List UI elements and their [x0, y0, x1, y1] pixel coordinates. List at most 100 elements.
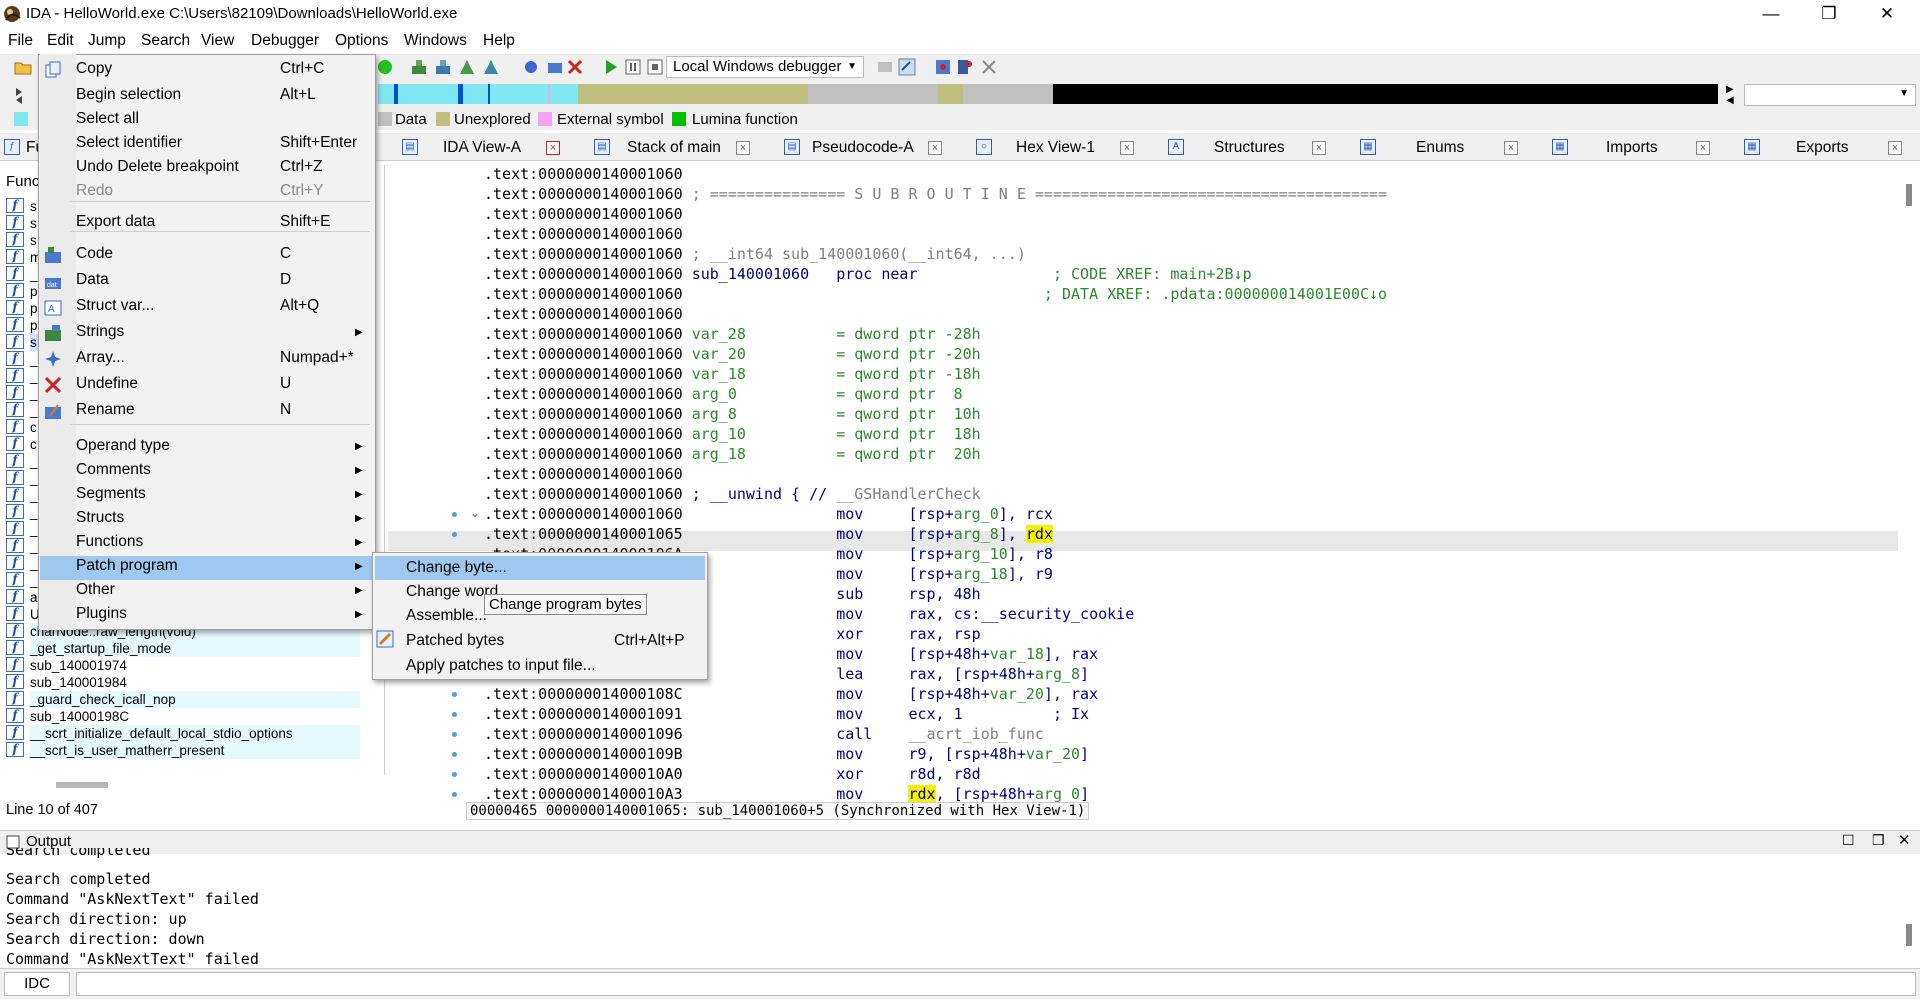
edit-menu-begin-selection-item[interactable]: Begin selection — [76, 86, 181, 104]
breakpoint-list-icon[interactable] — [934, 58, 952, 76]
tab-enums[interactable]: Enums — [1416, 135, 1464, 161]
edit-menu-strings-item[interactable]: Strings — [76, 323, 124, 341]
menu-edit[interactable]: Edit — [47, 32, 74, 50]
plugin-tool-icon[interactable] — [522, 58, 540, 76]
vertical-scrollbar-thumb[interactable] — [1906, 184, 1912, 206]
tab-imports[interactable]: Imports — [1606, 135, 1658, 161]
disasm-line[interactable]: .text:0000000140001060 arg_18 = qword pt… — [484, 444, 981, 464]
run-green-icon[interactable] — [376, 58, 394, 76]
tab-structures[interactable]: Structures — [1214, 135, 1285, 161]
edit-menu-code-item[interactable]: Code — [76, 245, 113, 263]
graph-tool-4-icon[interactable] — [482, 58, 500, 76]
edit-menu-functions-item[interactable]: Functions — [76, 533, 143, 551]
delete-red-x-icon[interactable] — [566, 58, 584, 76]
tab-pseudocode-a[interactable]: Pseudocode-A — [812, 135, 914, 161]
pause-icon[interactable] — [624, 58, 642, 76]
graph-tool-2-icon[interactable] — [434, 58, 452, 76]
functions-column-header[interactable]: Func — [6, 173, 39, 190]
function-list-item[interactable]: sub_140001984 — [30, 674, 360, 691]
open-file-icon[interactable] — [14, 58, 32, 76]
stop-icon[interactable] — [646, 58, 664, 76]
graph-tool-3-icon[interactable] — [458, 58, 476, 76]
edit-menu-plugins-item[interactable]: Plugins — [76, 605, 127, 623]
function-list-item[interactable]: __scrt_initialize_default_local_stdio_op… — [30, 725, 360, 742]
edit-menu-data-item[interactable]: Data — [76, 271, 109, 289]
disasm-line[interactable]: .text:0000000140001060 ; DATA XREF: .pda… — [484, 284, 1387, 304]
start-debug-icon[interactable] — [602, 58, 620, 76]
edit-menu-copy-item[interactable]: Copy — [76, 60, 112, 78]
function-list-item[interactable]: _get_startup_file_mode — [30, 640, 360, 657]
disasm-line[interactable]: .text:0000000140001060 — [484, 204, 683, 224]
edit-menu-select-identifier-item[interactable]: Select identifier — [76, 134, 182, 152]
disasm-line[interactable]: .text:0000000140001060 arg_0 = qword ptr… — [484, 384, 963, 404]
output-log[interactable] — [0, 854, 1920, 966]
close-tab-icon[interactable]: × — [1120, 141, 1134, 155]
menu-jump[interactable]: Jump — [88, 32, 126, 50]
edit-menu-redo-item[interactable]: Redo — [76, 182, 113, 200]
patch-menu-assemble-item[interactable]: Assemble... — [406, 607, 487, 625]
disasm-line[interactable]: .text:0000000140001060 — [484, 464, 683, 484]
output-scrollbar-thumb[interactable] — [1906, 924, 1912, 946]
menu-windows[interactable]: Windows — [404, 32, 467, 50]
edit-menu-struct-var-item[interactable]: Struct var... — [76, 297, 154, 315]
navigation-band[interactable] — [378, 84, 1718, 104]
edit-menu-other-item[interactable]: Other — [76, 581, 115, 599]
disasm-line[interactable]: .text:00000001400010A0 xor r8d, r8d — [484, 764, 981, 784]
output-restore-icon[interactable]: ❐ — [1872, 832, 1885, 849]
add-breakpoint-icon[interactable] — [956, 58, 974, 76]
nav-arrows-icon[interactable] — [14, 86, 24, 104]
patch-menu-patched-bytes-item[interactable]: Patched bytes — [406, 632, 504, 650]
nav-band-arrows-icon[interactable]: ▶ ◀ — [1726, 84, 1734, 106]
disasm-line[interactable]: .text:0000000140001060 ; __unwind { // _… — [484, 484, 981, 504]
edit-menu-array-item[interactable]: Array... — [76, 349, 125, 367]
tab-ida-view-a[interactable]: IDA View-A — [443, 135, 521, 161]
output-close-icon[interactable]: ✕ — [1898, 831, 1911, 849]
close-tab-icon[interactable]: × — [736, 141, 750, 155]
disasm-line[interactable]: .text:0000000140001091 mov ecx, 1 ; Ix — [484, 704, 1089, 724]
function-list-item[interactable]: sub_140001974 — [30, 657, 360, 674]
close-tab-icon[interactable]: × — [1696, 141, 1710, 155]
address-combo[interactable]: ▼ — [1744, 84, 1916, 106]
disasm-line[interactable]: .text:0000000140001065 mov [rsp+arg_8], … — [484, 524, 1053, 544]
disasm-line[interactable]: .text:000000014000108C mov [rsp+48h+var_… — [484, 684, 1098, 704]
disasm-line[interactable]: .text:000000014000109B mov r9, [rsp+48h+… — [484, 744, 1089, 764]
disasm-line[interactable]: .text:0000000140001060 — [484, 224, 683, 244]
menu-view[interactable]: View — [201, 32, 234, 50]
edit-menu-operand-type-item[interactable]: Operand type — [76, 437, 170, 455]
debugger-select[interactable]: Local Windows debugger ▼ — [666, 56, 864, 78]
patch-menu-apply-patches-to-input-file-item[interactable]: Apply patches to input file... — [406, 657, 596, 675]
edit-menu-segments-item[interactable]: Segments — [76, 485, 146, 503]
function-list-item[interactable]: _guard_check_icall_nop — [30, 691, 360, 708]
patch-menu-change-byte-item[interactable]: Change byte... — [406, 559, 507, 577]
disasm-line[interactable]: .text:0000000140001096 call __acrt_iob_f… — [484, 724, 1044, 744]
edit-menu-structs-item[interactable]: Structs — [76, 509, 124, 527]
close-tab-icon[interactable]: × — [546, 141, 560, 155]
close-tab-icon[interactable]: × — [1312, 141, 1326, 155]
disasm-line[interactable]: .text:0000000140001060 var_18 = qword pt… — [484, 364, 981, 384]
edit-menu-undo-delete-breakpoint-item[interactable]: Undo Delete breakpoint — [76, 158, 239, 176]
edit-menu-select-all-item[interactable]: Select all — [76, 110, 139, 128]
menu-help[interactable]: Help — [483, 32, 515, 50]
graph-tool-icon[interactable] — [410, 58, 428, 76]
disasm-line[interactable]: .text:0000000140001060 — [484, 304, 683, 324]
tab-hex-view-1[interactable]: Hex View-1 — [1016, 135, 1095, 161]
edit-menu-export-data-item[interactable]: Export data — [76, 213, 155, 231]
attach-process-icon[interactable] — [898, 58, 916, 76]
edit-menu-comments-item[interactable]: Comments — [76, 461, 151, 479]
horizontal-scrollbar[interactable] — [56, 782, 108, 788]
close-tab-icon[interactable]: × — [1888, 141, 1902, 155]
debug-option-icon[interactable] — [876, 58, 894, 76]
tab-exports[interactable]: Exports — [1796, 135, 1849, 161]
disasm-line[interactable]: .text:00000001400010A3 mov rdx, [rsp+48h… — [484, 784, 1089, 804]
minimize-button[interactable]: — — [1742, 0, 1800, 28]
edit-menu-undefine-item[interactable]: Undefine — [76, 375, 138, 393]
function-list-item[interactable]: __scrt_is_user_matherr_present — [30, 742, 360, 759]
edit-menu-patch-program-item[interactable]: Patch program — [76, 557, 178, 575]
disasm-line[interactable]: .text:0000000140001060 ; ===============… — [484, 184, 1387, 204]
close-window-button[interactable]: ✕ — [1858, 0, 1916, 28]
tab-stack-of-main[interactable]: Stack of main — [627, 135, 721, 161]
menu-debugger[interactable]: Debugger — [251, 32, 319, 50]
menu-options[interactable]: Options — [335, 32, 388, 50]
disasm-line[interactable]: .text:0000000140001060 ; __int64 sub_140… — [484, 244, 1026, 264]
output-maximize-icon[interactable]: ☐ — [1842, 832, 1855, 849]
